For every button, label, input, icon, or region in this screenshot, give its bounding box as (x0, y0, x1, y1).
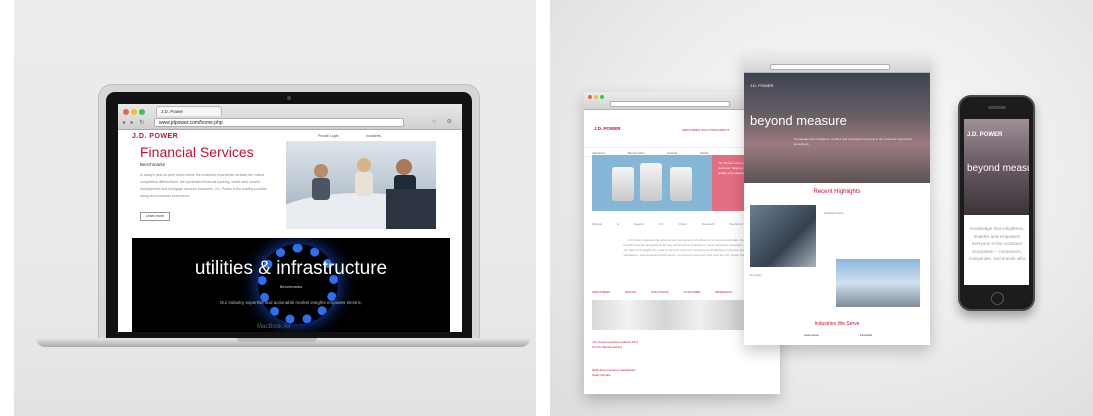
link-customer-research[interactable]: CUSTOMER RESEARCH (683, 290, 732, 294)
car-photo (750, 205, 816, 267)
nav-link-industries[interactable]: Industries (366, 134, 381, 138)
minimize-window-icon[interactable] (131, 109, 137, 115)
utilities-banner: utilities & infrastructure Benchmarks Ou… (132, 238, 450, 332)
link-digital-solutions[interactable]: DIGITAL SOLUTIONS (625, 290, 669, 294)
highlight-text[interactable]: Top Story (750, 273, 804, 278)
recent-highlights-heading: Recent Highlights (813, 189, 861, 195)
tablet-browser-chrome (744, 55, 930, 73)
tablet-window: J.D. POWER beyond measure Knowledge that… (744, 55, 930, 345)
learn-more-button[interactable]: Learn more (140, 212, 170, 221)
site-logo[interactable]: J.D. POWER (594, 126, 621, 131)
industries-heading: Industries We Serve (814, 321, 860, 327)
browser-nav-buttons[interactable]: ◂ ▸ ↻ (122, 119, 146, 126)
top-nav[interactable]: INDUSTRIES SOLUTIONS ABOUT (682, 128, 729, 132)
banner-body: Our industry expertise and actionable ma… (219, 300, 363, 305)
maximize-window-icon[interactable] (600, 95, 604, 99)
laptop-brand-label: MacBook Air (257, 324, 291, 330)
site-viewport: J.D. POWER Private Login Industries Fina… (118, 130, 462, 332)
feature-research[interactable]: J.D. Power Research (658, 222, 714, 226)
city-hero-image: J.D. POWER beyond measure Knowledge that… (744, 73, 930, 183)
news-item[interactable]: 2015 Auto Insurance Satisfaction Study R… (592, 368, 640, 378)
hero-subtitle: Knowledge that enlightens, enables and e… (794, 137, 912, 146)
browser-tab[interactable]: J.D. Power (156, 106, 222, 116)
hero-title: beyond measure (967, 163, 1029, 174)
laptop-notch (237, 338, 317, 342)
industry-financial[interactable]: Financial (860, 333, 872, 337)
site-logo[interactable]: J.D. POWER (750, 83, 773, 88)
close-window-icon[interactable] (123, 109, 129, 115)
minimize-window-icon[interactable] (594, 95, 598, 99)
speaker-icon (988, 106, 1006, 109)
industries-columns: Automotive Financial (804, 333, 872, 337)
laptop-bezel: J.D. Power ◂ ▸ ↻ www.jdpower.com/home.ph… (106, 92, 472, 339)
home-button-icon[interactable] (991, 292, 1004, 305)
laptop-screen: J.D. Power ◂ ▸ ↻ www.jdpower.com/home.ph… (118, 104, 462, 332)
feature-row: Ratings & Awards J.D. Power Research Sen… (592, 222, 743, 226)
camera-icon (287, 96, 291, 100)
devices-mockup-panel: J.D. POWER INDUSTRIES SOLUTIONS ABOUT In… (550, 0, 1093, 416)
trophy-icon (612, 167, 634, 201)
skyline-photo (836, 259, 920, 307)
section-subtitle: Benchmarks (140, 162, 166, 167)
industry-automotive[interactable]: Automotive (804, 333, 819, 337)
url-bar[interactable]: www.jdpower.com/home.php (154, 118, 404, 127)
phone-body-text: Knowledge that enlightens, enables and e… (968, 226, 1026, 261)
feature-ratings[interactable]: Ratings & Awards (592, 222, 644, 226)
close-window-icon[interactable] (588, 95, 592, 99)
star-icon[interactable]: ☆ ⚙ (432, 118, 456, 125)
meeting-photo (286, 141, 436, 229)
browser-chrome: J.D. Power ◂ ▸ ↻ www.jdpower.com/home.ph… (118, 104, 462, 130)
banner-subtitle: Benchmarks (279, 284, 303, 289)
section-title: Financial Services (140, 144, 254, 160)
phone-hero-image: J.D. POWER beyond measure (964, 119, 1029, 215)
link-industries[interactable]: INDUSTRIES (592, 290, 610, 294)
maximize-window-icon[interactable] (139, 109, 145, 115)
phone-mockup: J.D. POWER beyond measure Knowledge that… (958, 95, 1035, 311)
hero-title: beyond measure (750, 113, 847, 128)
laptop-lid: J.D. Power ◂ ▸ ↻ www.jdpower.com/home.ph… (98, 84, 480, 340)
url-bar[interactable] (770, 64, 890, 70)
news-item[interactable]: J.D. Power launches Industry-First Tool … (592, 340, 640, 350)
section-body: In today's peer-to-peer world where the … (140, 173, 268, 198)
site-logo[interactable]: J.D. POWER (967, 132, 1002, 138)
trophy-icon (640, 163, 662, 201)
laptop-mockup-panel: J.D. Power ◂ ▸ ↻ www.jdpower.com/home.ph… (14, 0, 536, 416)
site-logo[interactable]: J.D. POWER (132, 133, 178, 140)
phone-screen: J.D. POWER beyond measure Knowledge that… (964, 119, 1029, 285)
trophy-icon (670, 167, 692, 201)
trophies-hero-image (592, 155, 712, 211)
nav-link-login[interactable]: Private Login (318, 134, 338, 138)
highlight-text[interactable]: Featured Article (824, 211, 878, 216)
feature-sentiment[interactable]: Sentiment (730, 222, 744, 226)
url-bar[interactable] (610, 101, 730, 107)
banner-title: utilities & infrastructure (194, 258, 388, 279)
section-links: INDUSTRIES DIGITAL SOLUTIONS CUSTOMER RE… (592, 290, 757, 294)
intro-paragraph: J.D. Power captures the opinions and per… (623, 238, 749, 257)
